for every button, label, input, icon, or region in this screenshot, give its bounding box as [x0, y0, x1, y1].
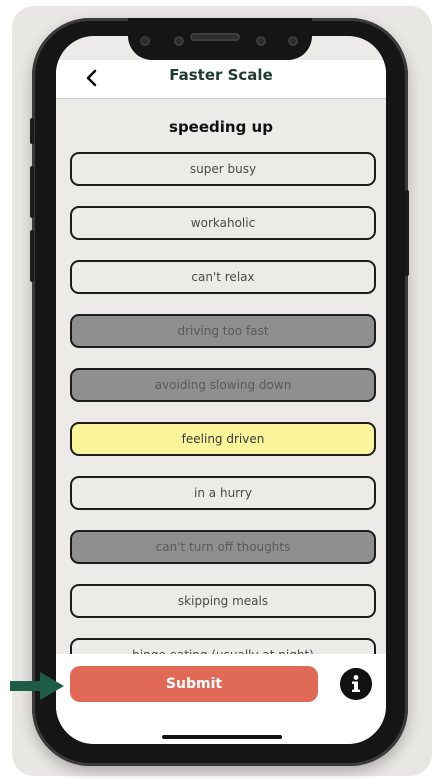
phone-side-button: [30, 118, 34, 144]
option-item[interactable]: in a hurry: [70, 476, 376, 510]
phone-volume-up: [30, 166, 34, 218]
camera-dot: [256, 36, 266, 46]
info-icon[interactable]: [340, 668, 372, 700]
option-item[interactable]: super busy: [70, 152, 376, 186]
top-bar: Faster Scale: [56, 60, 386, 99]
section-title: speeding up: [169, 118, 273, 136]
option-item[interactable]: workaholic: [70, 206, 376, 240]
page-title: Faster Scale: [169, 66, 273, 84]
option-item[interactable]: feeling driven: [70, 422, 376, 456]
footer-bar: Submit: [56, 654, 386, 744]
speaker-grille: [190, 33, 240, 41]
arrow-right-icon: [10, 672, 64, 700]
camera-dot: [288, 36, 298, 46]
option-item[interactable]: skipping meals: [70, 584, 376, 618]
option-item[interactable]: avoiding slowing down: [70, 368, 376, 402]
phone-power-button: [405, 190, 409, 276]
submit-button[interactable]: Submit: [70, 666, 318, 702]
camera-dot: [174, 36, 184, 46]
option-item[interactable]: driving too fast: [70, 314, 376, 348]
home-indicator: [162, 735, 282, 739]
option-item[interactable]: can't turn off thoughts: [70, 530, 376, 564]
phone-volume-down: [30, 230, 34, 282]
app-screen: Faster Scale speeding up super busy worka…: [56, 36, 386, 744]
camera-dot: [140, 36, 150, 46]
option-item[interactable]: can't relax: [70, 260, 376, 294]
phone-notch: [128, 18, 312, 60]
